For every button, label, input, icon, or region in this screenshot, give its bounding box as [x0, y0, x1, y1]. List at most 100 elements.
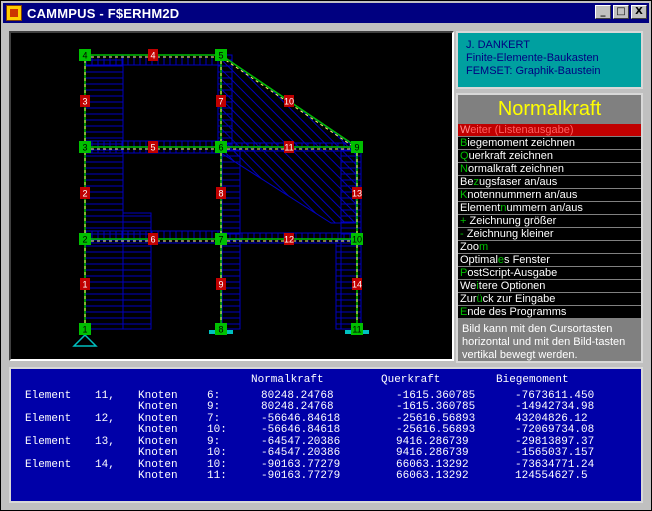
results-panel: Normalkraft Querkraft Biegemoment Elemen… [9, 367, 643, 503]
element-label-3: 3 [82, 97, 87, 107]
window-controls: _ □ X [595, 5, 647, 19]
menu-item-7[interactable]: + Zeichnung größer [458, 215, 641, 228]
knoten-label: Knoten [138, 401, 178, 413]
menu-item-8[interactable]: - Zeichnung kleiner [458, 228, 641, 241]
element-label: Element [25, 413, 72, 425]
menu-item-rest: ostScript-Ausgabe [467, 267, 558, 279]
frame-drawing: 1234567891011121314 1234 567891011 [72, 49, 369, 347]
menu-panel: Normalkraft Weiter (Listenausgabe) Biegem… [456, 93, 643, 363]
node-label-8: 8 [218, 325, 223, 335]
menu-item-1[interactable]: Biegemoment zeichnen [458, 137, 641, 150]
moment-value: -14942734.98 [515, 401, 595, 413]
menu-item-pre: Zoo [460, 241, 479, 253]
menu-item-pre: Be [460, 176, 474, 188]
knoten-number: 10: [207, 424, 227, 436]
header-biegemoment: Biegemoment [496, 374, 569, 386]
normal-value: -56646.84618 [261, 424, 341, 436]
normal-value: -90163.77279 [261, 470, 341, 482]
diagram-region [84, 54, 124, 330]
minimize-button[interactable]: _ [595, 5, 611, 19]
knoten-number: 9: [207, 401, 221, 413]
menu-item-rest: uerkraft zeichnen [468, 150, 553, 162]
menu-item-pre: Optimal [460, 254, 498, 266]
menu-item-hk: Q [460, 150, 469, 162]
menu-item-6[interactable]: Elementnummern an/aus [458, 202, 641, 215]
node-label-11: 11 [352, 325, 361, 335]
menu-item-0[interactable]: Weiter (Listenausgabe) [458, 124, 641, 137]
menu-title: Normalkraft [497, 98, 602, 120]
knoten-number: 10: [207, 447, 227, 459]
maximize-button[interactable]: □ [613, 5, 629, 19]
menu-list: Weiter (Listenausgabe) Biegemoment zeichn… [458, 124, 641, 319]
node-label-10: 10 [352, 235, 362, 245]
menu-item-pre: Element [460, 202, 501, 214]
element-label-9: 9 [218, 280, 223, 290]
menu-item-10[interactable]: Optimales Fenster [458, 254, 641, 267]
shear-value: -25616.56893 [396, 424, 476, 436]
module-label: FEMSET: Graphik-Baustein [466, 65, 601, 77]
shear-value: 66063.13292 [396, 470, 469, 482]
menu-item-5[interactable]: Knotennummern an/aus [458, 189, 641, 202]
element-number: 11, [95, 390, 115, 402]
menu-item-3[interactable]: Normalkraft zeichnen [458, 163, 641, 176]
diagram-region [122, 212, 152, 330]
menu-item-rest: tere Optionen [478, 280, 546, 292]
element-label-1: 1 [82, 280, 87, 290]
menu-item-11[interactable]: PostScript-Ausgabe [458, 267, 641, 280]
menu-item-rest: notennummern an/aus [467, 189, 578, 201]
node-label-4: 4 [82, 51, 87, 61]
node-label-5: 5 [218, 51, 223, 61]
subtitle-label: Finite-Elemente-Baukasten [466, 52, 599, 64]
knoten-label: Knoten [138, 470, 178, 482]
element-number: 14, [95, 459, 115, 471]
window-title: CAMMPUS - F$ERHM2D [27, 5, 180, 21]
app-window: CAMMPUS - F$ERHM2D _ □ X 1 2 3 4 5 6 7 8… [0, 0, 652, 511]
element-label: Element [25, 459, 72, 471]
header-querkraft: Querkraft [381, 374, 441, 386]
element-number: 12, [95, 413, 115, 425]
normal-value: -64547.20386 [261, 447, 341, 459]
menu-item-hk: m [478, 241, 489, 253]
node-label-2: 2 [82, 235, 87, 245]
menu-item-13[interactable]: Zurück zur Eingabe [458, 293, 641, 306]
menu-item-pre: Zur [460, 293, 477, 305]
knoten-label: Knoten [138, 424, 178, 436]
node-label-1: 1 [82, 325, 87, 335]
menu-item-12[interactable]: Weitere Optionen [458, 280, 641, 293]
element-label: Element [25, 436, 72, 448]
node-label-6: 6 [218, 143, 223, 153]
element-label-2: 2 [82, 189, 87, 199]
element-label-12: 12 [284, 235, 294, 245]
menu-item-2[interactable]: Querkraft zeichnen [458, 150, 641, 163]
app-icon[interactable] [6, 5, 22, 21]
title-bar[interactable]: CAMMPUS - F$ERHM2D _ □ X [3, 3, 649, 23]
close-button[interactable]: X [631, 5, 647, 19]
menu-item-rest: ormalkraft zeichnen [467, 163, 564, 175]
moment-value: 124554627.5 [515, 470, 588, 482]
menu-item-rest: ummern an/aus [506, 202, 583, 214]
element-number: 13, [95, 436, 115, 448]
menu-item-rest: s Fenster [504, 254, 550, 266]
menu-item-14[interactable]: Ende des Programms [458, 306, 641, 319]
shear-value: -1615.360785 [396, 401, 476, 413]
menu-item-hk: W [460, 124, 471, 136]
menu-item-rest: ck zur Eingabe [482, 293, 556, 305]
knoten-number: 11: [207, 470, 227, 482]
menu-item-rest: Zeichnung größer [466, 215, 557, 227]
node-label-9: 9 [354, 143, 359, 153]
diagram-region [220, 54, 357, 224]
element-label-11: 11 [284, 143, 293, 153]
pin-support-icon [72, 333, 98, 347]
header-normalkraft: Normalkraft [251, 374, 324, 386]
menu-item-4[interactable]: Bezugsfaser an/aus [458, 176, 641, 189]
knoten-label: Knoten [138, 447, 178, 459]
element-label-8: 8 [218, 189, 223, 199]
menu-item-9[interactable]: Zoom [458, 241, 641, 254]
menu-item-rest: iegemoment zeichnen [467, 137, 575, 149]
moment-value: -72069734.08 [515, 424, 595, 436]
shear-value: 9416.286739 [396, 447, 469, 459]
element-label-5: 5 [150, 143, 155, 153]
element-label-4: 4 [150, 51, 155, 61]
drawing-canvas[interactable]: 1 2 3 4 5 6 7 8 9 10 11 12 13 14 1 2 3 4 5 6 7 8 9 10 11 [9, 31, 454, 361]
node-label-3: 3 [82, 143, 87, 153]
